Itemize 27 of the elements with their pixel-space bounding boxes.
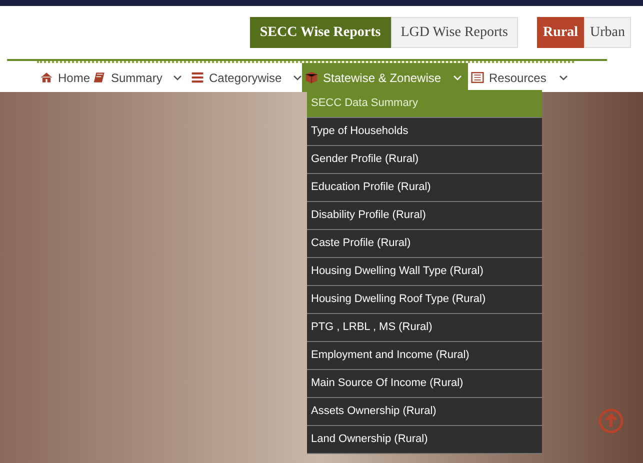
report-tab[interactable]: LGD Wise Reports — [390, 16, 518, 48]
dropdown-item[interactable]: Gender Profile (Rural) — [307, 146, 542, 174]
newspaper-icon — [471, 71, 484, 84]
cube-icon — [305, 71, 318, 84]
dropdown-item[interactable]: Caste Profile (Rural) — [307, 230, 542, 258]
nav-item[interactable]: Resources — [468, 63, 574, 92]
nav-item[interactable]: Statewise & Zonewise — [302, 63, 468, 92]
scroll-top-icon[interactable] — [598, 408, 624, 434]
home-icon — [40, 71, 53, 84]
report-tab[interactable]: SECC Wise Reports — [250, 16, 391, 48]
dropdown-item[interactable]: Disability Profile (Rural) — [307, 202, 542, 230]
nav-item[interactable]: Summary — [90, 63, 188, 92]
dropdown-item[interactable]: Housing Dwelling Roof Type (Rural) — [307, 286, 542, 314]
list-icon — [191, 71, 204, 84]
dropdown-item[interactable]: Type of Households — [307, 118, 542, 146]
dropdown-item[interactable]: Assets Ownership (Rural) — [307, 398, 542, 426]
nav-item[interactable]: Categorywise — [188, 63, 302, 92]
dropdown-item[interactable]: Main Source Of Income (Rural) — [307, 370, 542, 398]
dropdown-item[interactable]: Employment and Income (Rural) — [307, 342, 542, 370]
nav-item[interactable]: Home — [37, 63, 90, 92]
book-icon — [93, 71, 106, 84]
dropdown-item[interactable]: Land Ownership (Rural) — [307, 426, 542, 454]
dropdown-item[interactable]: PTG , LRBL , MS (Rural) — [307, 314, 542, 342]
area-tab[interactable]: Rural — [537, 16, 584, 48]
dropdown-item[interactable]: Education Profile (Rural) — [307, 174, 542, 202]
area-tab[interactable]: Urban — [584, 16, 631, 48]
dropdown-item[interactable]: Housing Dwelling Wall Type (Rural) — [307, 258, 542, 286]
